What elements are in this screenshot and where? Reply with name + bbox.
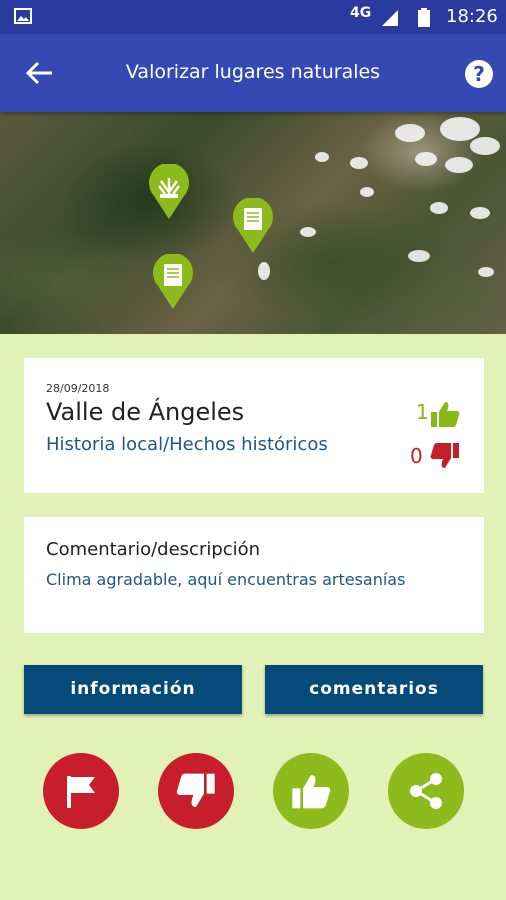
comment-title: Comentario/descripción — [46, 539, 261, 560]
map-cloud — [470, 137, 500, 155]
image-notification-icon — [14, 8, 32, 24]
likes-count: 1 — [416, 400, 429, 424]
satellite-map[interactable] — [0, 112, 506, 334]
flag-icon — [67, 776, 95, 808]
place-name: Valle de Ángeles — [46, 398, 245, 426]
thumbs-down-icon — [430, 443, 459, 468]
information-button[interactable]: información — [24, 665, 242, 714]
svg-text:?: ? — [473, 62, 485, 86]
plant-icon — [158, 178, 180, 198]
visit-date: 28/09/2018 — [46, 382, 110, 395]
battery-icon — [418, 8, 430, 27]
map-cloud — [478, 267, 494, 277]
dislike-button[interactable] — [158, 753, 234, 829]
map-cloud — [300, 227, 316, 237]
status-bar: 4G 18:26 — [0, 0, 506, 34]
comment-card: Comentario/descripción Clima agradable, … — [24, 517, 484, 633]
map-cloud — [415, 152, 437, 166]
place-card: 28/09/2018 Valle de Ángeles Historia loc… — [24, 358, 484, 493]
map-cloud — [408, 250, 430, 262]
comment-text: Clima agradable, aquí encuentras artesan… — [46, 570, 406, 589]
comments-button[interactable]: comentarios — [265, 665, 483, 714]
book-icon — [244, 208, 262, 230]
thumbs-down-icon — [176, 773, 215, 807]
help-icon[interactable]: ? — [464, 59, 494, 89]
map-cloud — [470, 207, 490, 219]
network-type: 4G — [350, 5, 372, 21]
thumbs-up-icon — [431, 402, 460, 427]
map-cloud — [430, 202, 448, 214]
map-cloud — [350, 157, 368, 169]
book-icon — [164, 264, 182, 286]
map-pin-plant[interactable] — [148, 164, 190, 220]
map-pin-book[interactable] — [152, 254, 194, 310]
map-cloud — [440, 117, 480, 141]
map-cloud — [315, 152, 329, 162]
map-cloud — [395, 124, 425, 142]
place-category: Historia local/Hechos históricos — [46, 434, 328, 455]
like-button[interactable] — [273, 753, 349, 829]
map-cloud — [360, 187, 374, 197]
share-button[interactable] — [388, 753, 464, 829]
map-pin-book[interactable] — [232, 198, 274, 254]
share-icon — [410, 773, 442, 809]
map-cloud — [445, 157, 473, 173]
app-bar: Valorizar lugares naturales ? — [0, 34, 506, 112]
signal-icon — [382, 10, 398, 26]
thumbs-up-icon — [292, 775, 331, 809]
report-button[interactable] — [43, 753, 119, 829]
dislikes-count: 0 — [410, 444, 423, 468]
map-cloud — [258, 262, 270, 280]
clock: 18:26 — [446, 6, 498, 27]
page-title: Valorizar lugares naturales — [125, 61, 381, 83]
